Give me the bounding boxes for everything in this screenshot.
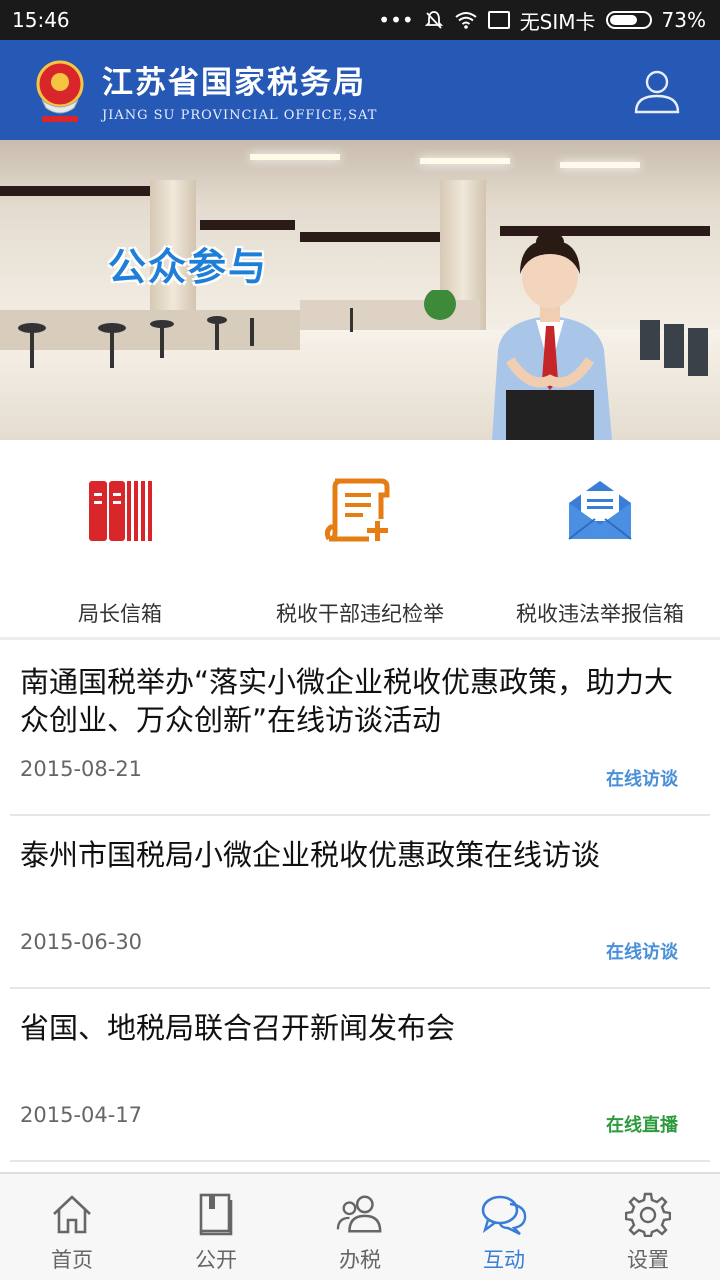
battery-level (609, 15, 638, 25)
shortcut-grid: 局长信箱 税收干部违纪检举 税收违法举报信箱 (0, 440, 720, 640)
app-subtitle: JIANG SU PROVINCIAL OFFICE,SAT (102, 108, 378, 123)
banner-ceiling (0, 140, 720, 210)
wifi-icon (455, 12, 477, 29)
news-date: 2015-04-17 (20, 1103, 143, 1127)
silent-bell-icon (424, 11, 443, 29)
news-date: 2015-06-30 (20, 930, 143, 954)
news-title: 省国、地税局联合召开新闻发布会 (20, 1011, 456, 1045)
nav-item-settings[interactable]: 设置 (576, 1174, 720, 1280)
nav-label: 互动 (483, 1248, 525, 1272)
more-dots-icon: ••• (378, 8, 414, 32)
nav-item-public[interactable]: 公开 (144, 1174, 288, 1280)
banner-light (250, 154, 340, 160)
shortcut-label: 税收干部违纪检举 (276, 602, 444, 626)
nav-label: 办税 (339, 1248, 381, 1272)
app-header: 江苏省国家税务局 JIANG SU PROVINCIAL OFFICE,SAT (0, 40, 720, 140)
battery-percent: 73% (661, 8, 706, 32)
chat-icon (481, 1195, 527, 1236)
status-indicators: ••• 无SIM卡 73% (378, 6, 706, 35)
nav-item-tax-service[interactable]: 办税 (288, 1174, 432, 1280)
tax-emblem-icon (36, 60, 84, 122)
nav-label: 设置 (627, 1248, 669, 1272)
shortcut-director-mailbox[interactable]: 局长信箱 (0, 440, 240, 637)
scroll-plus-icon (325, 478, 390, 542)
nav-item-home[interactable]: 首页 (0, 1174, 144, 1280)
home-icon (53, 1195, 91, 1234)
bottom-nav: 首页 公开 办税 互动 设置 (0, 1172, 720, 1280)
status-time: 15:46 (12, 8, 70, 32)
battery-icon (605, 11, 652, 29)
banner-led-strip (200, 220, 295, 230)
book-icon (199, 1193, 233, 1236)
news-item[interactable]: 省国、地税局联合召开新闻发布会 2015-04-17 在线直播 (10, 989, 710, 1162)
news-date: 2015-08-21 (20, 757, 143, 781)
news-tag: 在线访谈 (606, 769, 678, 790)
banner-caption: 公众参与 (108, 245, 269, 289)
gear-icon (625, 1192, 671, 1237)
news-list: 南通国税举办“落实小微企业税收优惠政策，助力大众创业、万众创新”在线访谈活动 2… (0, 643, 720, 1162)
news-item[interactable]: 南通国税举办“落实小微企业税收优惠政策，助力大众创业、万众创新”在线访谈活动 2… (10, 643, 710, 816)
app-title: 江苏省国家税务局 (102, 65, 366, 101)
books-icon (89, 481, 152, 541)
shortcut-label: 局长信箱 (78, 602, 162, 626)
news-tag: 在线访谈 (606, 942, 678, 963)
shortcut-discipline-report[interactable]: 税收干部违纪检举 (240, 440, 480, 637)
mail-icon (568, 481, 632, 540)
nav-item-interact[interactable]: 互动 (432, 1174, 576, 1280)
banner-light (420, 158, 510, 164)
banner-carousel[interactable]: 公众参与 (0, 140, 720, 440)
news-tag: 在线直播 (606, 1115, 678, 1136)
nav-label: 首页 (51, 1248, 93, 1272)
shortcut-label: 税收违法举报信箱 (516, 602, 684, 626)
banner-staff-figure (492, 232, 612, 440)
banner-light (560, 162, 640, 168)
people-icon (336, 1195, 382, 1233)
sim-status: 无SIM卡 (519, 9, 596, 34)
nav-label: 公开 (195, 1248, 237, 1272)
news-title: 泰州市国税局小微企业税收优惠政策在线访谈 (20, 838, 601, 872)
news-title: 南通国税举办“落实小微企业税收优惠政策，助力大众创业、万众创新”在线访谈活动 (20, 665, 674, 737)
status-bar: 15:46 ••• 无SIM卡 73% (0, 0, 720, 40)
sim-icon (487, 11, 510, 29)
user-icon[interactable] (632, 66, 682, 116)
banner-led-strip (0, 186, 150, 196)
news-item[interactable]: 泰州市国税局小微企业税收优惠政策在线访谈 2015-06-30 在线访谈 (10, 816, 710, 989)
shortcut-violation-report-mailbox[interactable]: 税收违法举报信箱 (480, 440, 720, 637)
